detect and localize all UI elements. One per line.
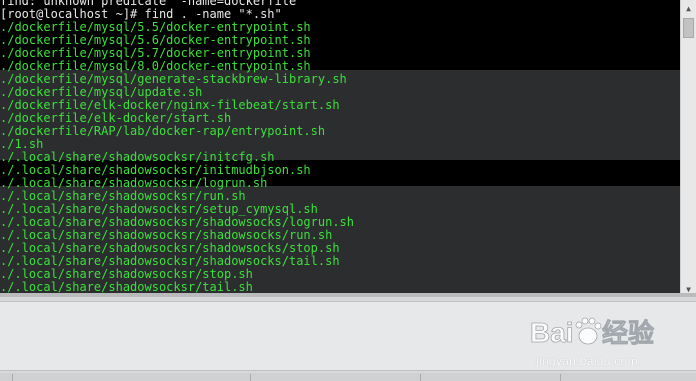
baidu-logo: Bai 经验 [530,317,655,349]
scroll-up-icon[interactable]: ▲ [681,0,696,16]
paw-icon [578,327,598,345]
status-bar [0,373,696,381]
status-divider [420,374,421,381]
baidu-logo-text-left: Bai [530,317,574,348]
scroll-thumb[interactable] [683,18,694,38]
status-divider [560,374,561,381]
baidu-logo-text-right: 经验 [602,318,654,348]
terminal-output-line: ./dockerfile/RAP/lab/docker-rap/entrypoi… [0,124,326,138]
status-divider [12,374,13,381]
status-divider [250,374,251,381]
baidu-jingyan-watermark: Bai 经验 jingyan.baidu.com [528,312,678,374]
terminal-output-line: ./.local/share/shadowsocksr/tail.sh [0,280,253,294]
vertical-scrollbar[interactable]: ▲ ▼ [680,0,696,297]
terminal-output[interactable]: find: unknown predicate `-name=dockerfil… [0,0,680,293]
watermark-url: jingyan.baidu.com [536,354,638,368]
